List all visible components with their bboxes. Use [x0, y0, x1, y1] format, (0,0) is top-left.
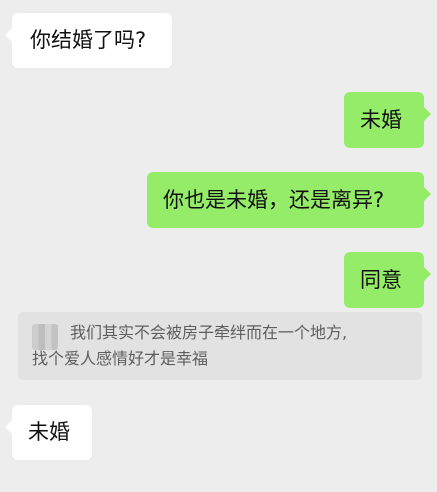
quoted-message[interactable]: 我们其实不会被房子牵绊而在一个地方, 找个爱人感情好才是幸福 — [18, 312, 422, 380]
message-text: 你也是未婚，还是离异? — [163, 188, 385, 212]
blurred-avatar — [32, 324, 58, 350]
message-text: 未婚 — [28, 420, 70, 444]
message-sent[interactable]: 同意 — [344, 252, 431, 308]
message-sent[interactable]: 未婚 — [344, 92, 431, 148]
message-text: 未婚 — [360, 108, 402, 132]
message-sent[interactable]: 你也是未婚，还是离异? — [147, 172, 431, 228]
message-text: 你结婚了吗? — [30, 28, 147, 52]
message-received[interactable]: 未婚 — [5, 405, 92, 460]
quote-text-line-2: 找个爱人感情好才是幸福 — [32, 349, 209, 368]
message-received[interactable]: 你结婚了吗? — [5, 13, 172, 68]
quote-text-line-1: 我们其实不会被房子牵绊而在一个地方, — [70, 323, 348, 342]
message-text: 同意 — [360, 268, 402, 292]
